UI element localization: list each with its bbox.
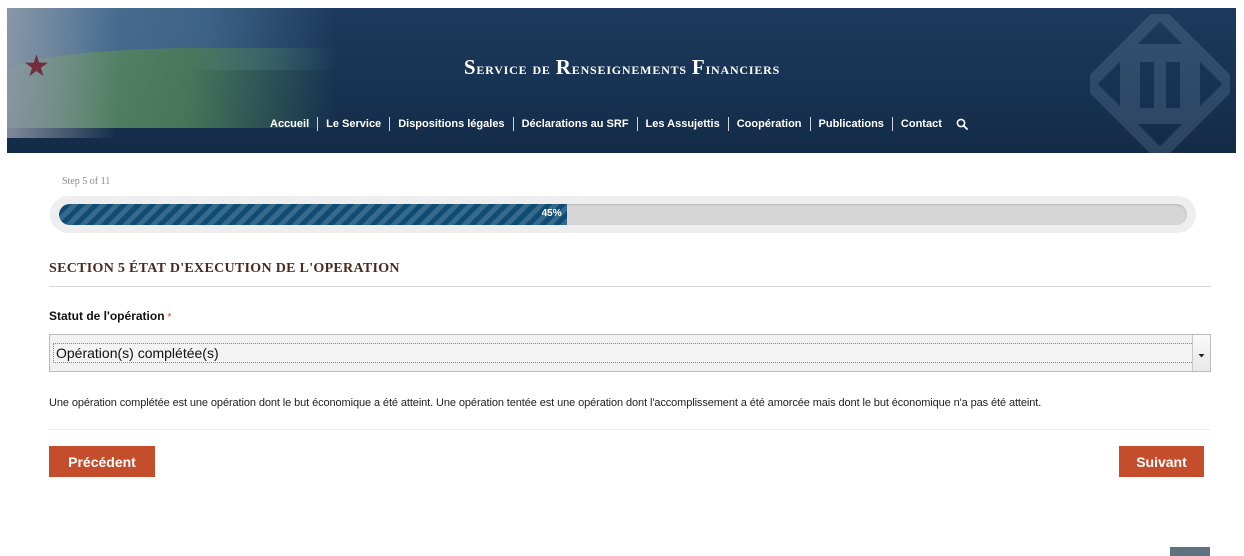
main-nav: Accueil Le Service Dispositions légales … bbox=[270, 116, 968, 132]
nav-divider bbox=[891, 117, 893, 131]
required-marker: * bbox=[167, 312, 172, 323]
nav-item-cooperation[interactable]: Coopération bbox=[737, 118, 802, 130]
search-icon[interactable] bbox=[956, 118, 968, 130]
nav-item-contact[interactable]: Contact bbox=[901, 118, 942, 130]
progress-percent: 45% bbox=[541, 208, 562, 219]
nav-divider bbox=[636, 117, 638, 131]
nav-divider bbox=[389, 117, 391, 131]
chevron-down-icon[interactable] bbox=[1192, 335, 1210, 371]
scroll-to-top-button[interactable] bbox=[1170, 547, 1210, 556]
field-label: Statut de l'opération * bbox=[49, 309, 171, 323]
nav-item-accueil[interactable]: Accueil bbox=[270, 118, 309, 130]
divider bbox=[49, 286, 1211, 287]
nav-divider bbox=[512, 117, 514, 131]
field-label-text: Statut de l'opération bbox=[49, 309, 165, 323]
previous-button[interactable]: Précédent bbox=[49, 446, 155, 477]
nav-divider bbox=[809, 117, 811, 131]
next-button[interactable]: Suivant bbox=[1119, 446, 1204, 477]
progress-bar: 45% bbox=[50, 196, 1196, 233]
operation-status-select[interactable]: Opération(s) complétée(s) bbox=[49, 334, 1211, 372]
site-title: Service de Renseignements Financiers bbox=[463, 55, 781, 79]
logo-emblem bbox=[1090, 14, 1230, 153]
nav-item-publications[interactable]: Publications bbox=[819, 118, 884, 130]
step-indicator: Step 5 of 11 bbox=[62, 176, 111, 187]
nav-divider bbox=[727, 117, 729, 131]
nav-item-assujettis[interactable]: Les Assujettis bbox=[646, 118, 720, 130]
select-value: Opération(s) complétée(s) bbox=[53, 343, 1194, 363]
section-title: SECTION 5 ÉTAT D'EXECUTION DE L'OPERATIO… bbox=[49, 261, 400, 276]
nav-divider bbox=[317, 117, 319, 131]
help-text: Une opération complétée est une opératio… bbox=[49, 397, 1042, 409]
progress-fill: 45% bbox=[59, 204, 567, 225]
progress-track: 45% bbox=[59, 204, 1187, 225]
nav-item-le-service[interactable]: Le Service bbox=[326, 118, 381, 130]
nav-item-dispositions-legales[interactable]: Dispositions légales bbox=[398, 118, 504, 130]
nav-item-declarations[interactable]: Déclarations au SRF bbox=[522, 118, 629, 130]
divider bbox=[49, 429, 1211, 430]
